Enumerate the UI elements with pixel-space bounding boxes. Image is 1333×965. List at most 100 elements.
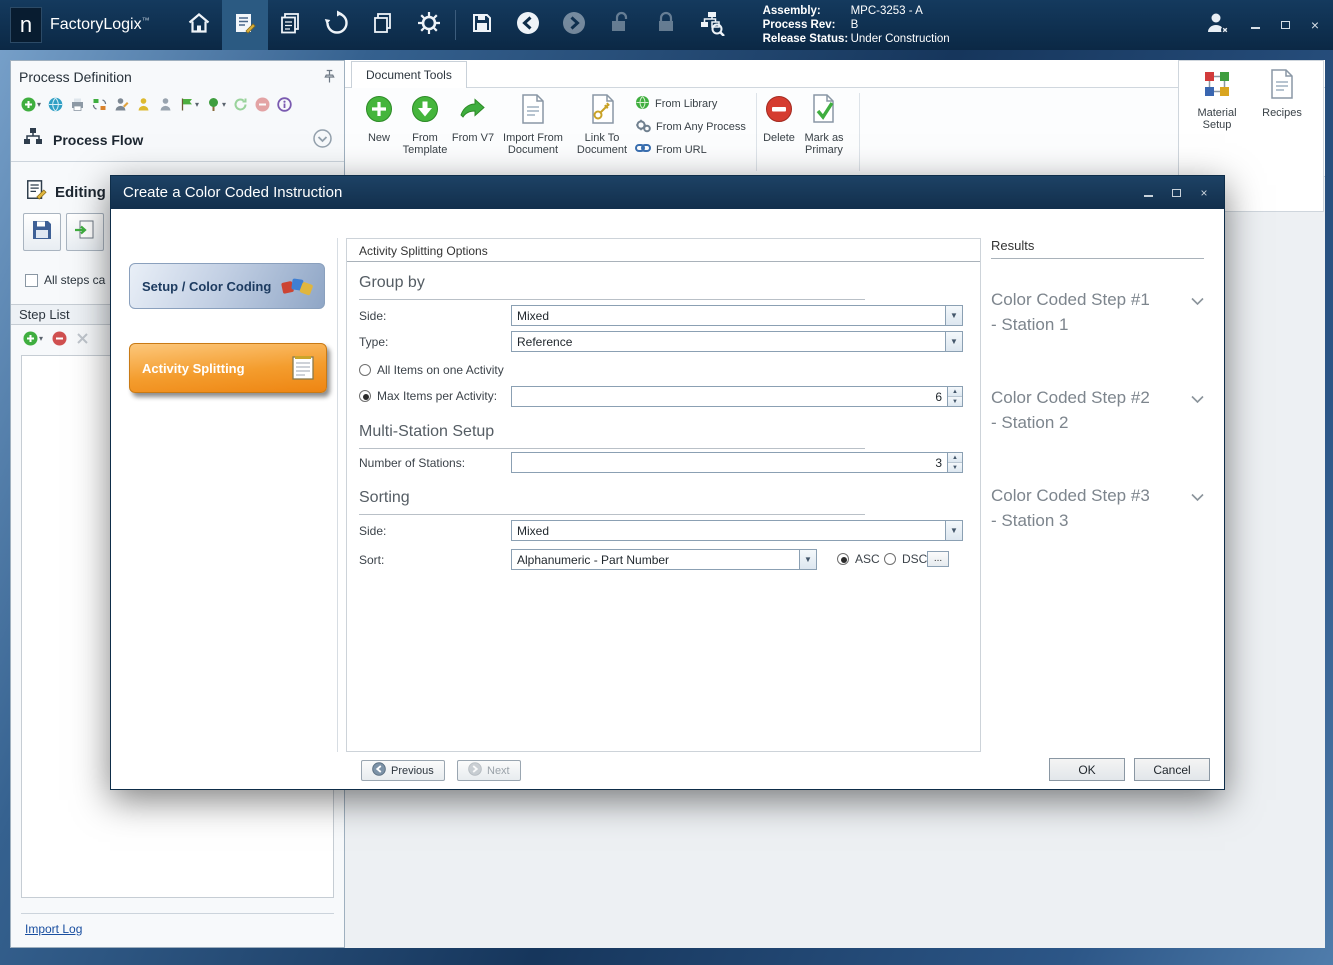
sort-options-button[interactable]: ... xyxy=(927,551,949,567)
chevron-down-icon[interactable] xyxy=(1191,489,1204,533)
add-step-icon[interactable]: ▾ xyxy=(23,331,43,346)
result-step-3[interactable]: Color Coded Step #3 - Station 3 xyxy=(991,483,1204,533)
person-yellow-icon[interactable] xyxy=(136,97,151,112)
remove-step-icon[interactable] xyxy=(52,331,67,346)
link-to-document-button[interactable]: Link To Document xyxy=(571,94,633,156)
max-items-radio[interactable] xyxy=(359,390,371,402)
sync-steps-icon[interactable] xyxy=(92,97,107,112)
info-icon[interactable] xyxy=(277,97,292,112)
dropdown-arrow-button[interactable]: ▼ xyxy=(945,306,962,325)
from-url-button[interactable]: From URL xyxy=(635,138,755,161)
home-button[interactable] xyxy=(176,0,222,50)
result-step-1[interactable]: Color Coded Step #1 - Station 1 xyxy=(991,287,1204,337)
dialog-titlebar[interactable]: Create a Color Coded Instruction × xyxy=(111,176,1224,209)
all-items-radio-row[interactable]: All Items on one Activity xyxy=(359,363,504,377)
copy-documents-button[interactable] xyxy=(360,0,406,50)
from-library-button[interactable]: From Library xyxy=(635,92,755,115)
minimize-button[interactable] xyxy=(1247,17,1263,33)
dsc-label: DSC xyxy=(902,552,927,566)
dsc-radio[interactable] xyxy=(884,553,896,565)
material-setup-button[interactable]: Material Setup xyxy=(1187,69,1247,131)
all-steps-checkbox-row[interactable]: All steps ca xyxy=(25,273,105,287)
lock-button[interactable] xyxy=(643,0,689,50)
save-button[interactable] xyxy=(459,0,505,50)
caret-down-icon: ▾ xyxy=(37,100,41,109)
nav-setup-color-coding[interactable]: Setup / Color Coding xyxy=(129,263,325,309)
user-button[interactable] xyxy=(1203,0,1233,50)
dialog-minimize-button[interactable] xyxy=(1140,185,1156,201)
close-icon: × xyxy=(1311,17,1319,33)
process-search-button[interactable] xyxy=(689,0,735,50)
pin-icon[interactable] xyxy=(323,69,336,89)
spinner-down-icon[interactable]: ▼ xyxy=(948,397,962,406)
from-template-button[interactable]: From Template xyxy=(397,94,453,156)
link-to-document-label: Link To Document xyxy=(571,132,633,156)
dialog-close-button[interactable]: × xyxy=(1196,185,1212,201)
cancel-button[interactable]: Cancel xyxy=(1134,758,1210,781)
spinner-down-icon[interactable]: ▼ xyxy=(948,463,962,472)
from-any-process-icon xyxy=(635,118,651,136)
sorting-side-label: Side: xyxy=(359,524,386,538)
maximize-button[interactable] xyxy=(1277,17,1293,33)
titlebar-divider xyxy=(455,10,456,40)
result-step-2[interactable]: Color Coded Step #2 - Station 2 xyxy=(991,385,1204,435)
spinner-up-icon[interactable]: ▲ xyxy=(948,387,962,397)
type-select[interactable]: Reference ▼ xyxy=(511,331,963,352)
back-button[interactable] xyxy=(505,0,551,50)
from-any-process-button[interactable]: From Any Process xyxy=(635,115,755,138)
side-select[interactable]: Mixed ▼ xyxy=(511,305,963,326)
mark-as-primary-button[interactable]: Mark as Primary xyxy=(795,94,853,156)
import-log-link[interactable]: Import Log xyxy=(25,922,82,936)
sync-button[interactable] xyxy=(314,0,360,50)
all-items-radio[interactable] xyxy=(359,364,371,376)
from-v7-button[interactable]: From V7 xyxy=(451,94,495,144)
collapse-section-icon[interactable] xyxy=(313,129,332,153)
asc-radio-row[interactable]: ASC xyxy=(837,552,880,566)
chevron-down-icon[interactable] xyxy=(1191,293,1204,337)
document-templates-button[interactable] xyxy=(268,0,314,50)
maximize-icon xyxy=(1281,21,1290,29)
process-definition-button[interactable] xyxy=(222,0,268,50)
unlock-button[interactable] xyxy=(597,0,643,50)
chevron-down-icon[interactable] xyxy=(1191,391,1204,435)
person-edit-icon[interactable] xyxy=(114,97,129,112)
dsc-radio-row[interactable]: DSC xyxy=(884,552,927,566)
previous-label: Previous xyxy=(391,765,434,777)
tab-document-tools[interactable]: Document Tools xyxy=(351,61,467,88)
flags-icon[interactable]: ▾ xyxy=(180,97,199,112)
close-button[interactable]: × xyxy=(1307,17,1323,33)
person-gray-icon[interactable] xyxy=(158,97,173,112)
max-items-radio-row[interactable]: Max Items per Activity: xyxy=(359,389,497,403)
tree-icon[interactable]: ▾ xyxy=(206,97,226,112)
dropdown-arrow-button[interactable]: ▼ xyxy=(945,521,962,540)
recipes-button[interactable]: Recipes xyxy=(1255,69,1309,119)
save-step-button[interactable] xyxy=(23,213,61,251)
previous-button[interactable]: Previous xyxy=(361,760,445,781)
dropdown-arrow-button[interactable]: ▼ xyxy=(945,332,962,351)
spinner-up-icon[interactable]: ▲ xyxy=(948,453,962,463)
release-status-value: Under Construction xyxy=(851,32,950,46)
max-items-spinner[interactable]: 6 ▲▼ xyxy=(511,386,963,407)
add-icon[interactable]: ▾ xyxy=(21,97,41,112)
asc-radio[interactable] xyxy=(837,553,849,565)
dialog-maximize-button[interactable] xyxy=(1168,185,1184,201)
from-template-icon xyxy=(410,94,440,129)
print-icon[interactable] xyxy=(70,97,85,112)
panel-divider xyxy=(21,913,334,914)
number-of-stations-spinner[interactable]: 3 ▲▼ xyxy=(511,452,963,473)
web-icon[interactable] xyxy=(48,97,63,112)
sorting-side-select[interactable]: Mixed ▼ xyxy=(511,520,963,541)
nav-activity-splitting[interactable]: Activity Splitting xyxy=(129,343,327,393)
import-from-document-button[interactable]: Import From Document xyxy=(497,94,569,156)
new-document-button[interactable]: New xyxy=(359,94,399,144)
dropdown-arrow-button[interactable]: ▼ xyxy=(799,550,816,569)
settings-button[interactable] xyxy=(406,0,452,50)
ok-button[interactable]: OK xyxy=(1049,758,1125,781)
process-flow-item[interactable]: Process Flow xyxy=(23,127,143,152)
sort-select[interactable]: Alphanumeric - Part Number ▼ xyxy=(511,549,817,570)
import-step-button[interactable] xyxy=(66,213,104,251)
all-steps-checkbox[interactable] xyxy=(25,274,38,287)
result-step-3-line2: - Station 3 xyxy=(991,508,1150,533)
caret-down-icon: ▾ xyxy=(39,334,43,343)
from-url-icon xyxy=(635,142,651,157)
